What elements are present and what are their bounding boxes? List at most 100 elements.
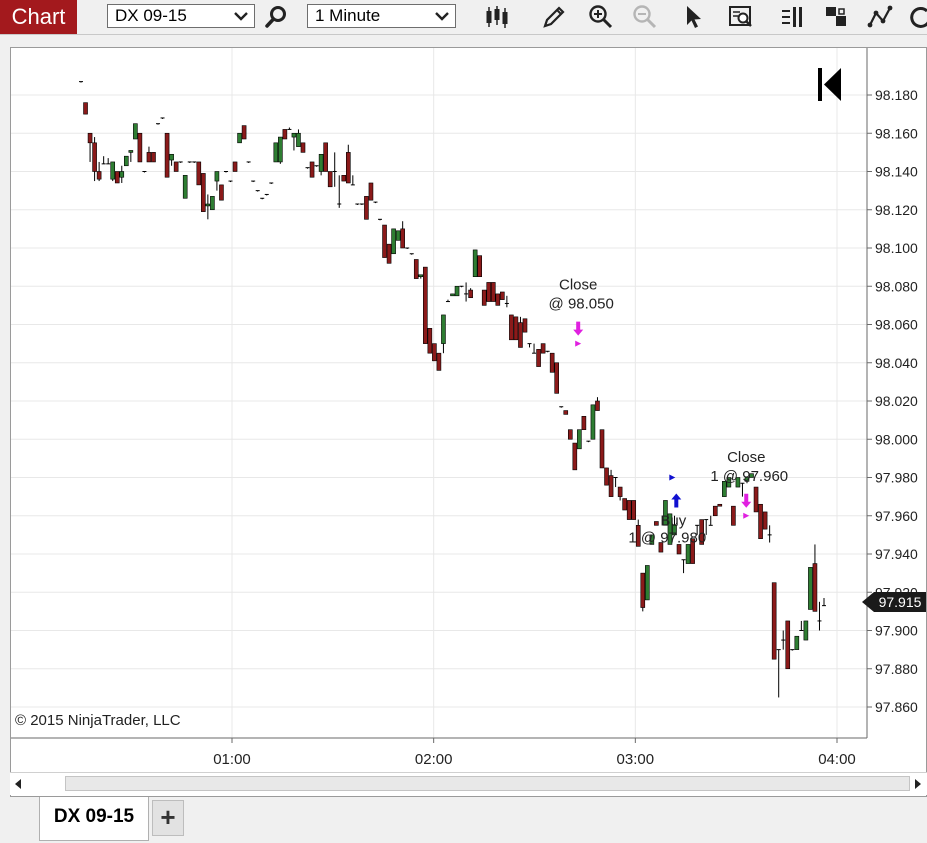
candle [255,190,260,192]
candle [712,505,718,517]
price-tick-label: 97.940 [875,546,918,562]
candle [622,498,627,511]
candle [545,350,550,353]
price-tick-label: 98.120 [875,202,918,218]
price-tick-label: 98.060 [875,317,918,333]
price-tick-label: 97.880 [875,661,918,677]
candle [386,243,392,264]
add-tab-button[interactable]: + [152,800,184,836]
candle [450,293,455,297]
candle [459,285,464,288]
candle [654,521,659,526]
price-tick-label: 98.180 [875,87,918,103]
candle [509,314,514,341]
candle [762,511,768,530]
candle [133,123,138,140]
horizontal-scrollbar[interactable] [10,772,927,795]
marker-label: 1 @ 97.980 [628,530,706,547]
price-tick-label: 98.100 [875,240,918,256]
candle [169,153,174,166]
candle [767,525,772,543]
candle [173,161,179,172]
candle-series [79,81,826,698]
candle [586,440,591,443]
candle [205,194,211,220]
candle [110,161,116,182]
candle [423,266,428,344]
candle [251,180,256,183]
interval-selector-value: 1 Minute [315,6,381,25]
candle [196,161,202,186]
scroll-left-icon[interactable] [13,776,23,797]
candle [164,132,170,178]
candle [273,142,279,163]
candle [717,503,723,507]
zoom-out-icon[interactable] [631,3,659,31]
chart-panel[interactable]: Close @ 98.050 Buy 1 @ 97.980 Close 1 @ 97.96… [10,47,927,797]
candle [626,500,632,520]
candle [500,291,505,300]
tab-dx-09-15[interactable]: DX 09-15 [39,797,149,841]
time-tick-label: 04:00 [818,751,856,768]
bar-type-icon[interactable] [483,3,511,31]
price-tick-label: 98.020 [875,393,918,409]
candle [595,397,600,411]
interval-selector[interactable]: 1 Minute [307,4,456,28]
candle [567,429,573,440]
candle [210,196,215,211]
search-icon[interactable] [262,3,290,31]
instrument-selector-value: DX 09-15 [115,6,187,25]
candle [192,161,197,163]
price-tick-label: 97.960 [875,508,918,524]
scrollbar-thumb[interactable] [65,776,910,791]
marker-label: Close [559,277,597,294]
zoom-in-icon[interactable] [587,3,615,31]
candle [391,228,396,255]
candle [495,293,501,306]
candle [527,343,532,348]
candle [418,274,424,279]
candle [477,255,482,277]
scroll-to-end-icon[interactable] [818,68,841,101]
time-axis: 01:00 02:00 03:00 04:00 [213,738,856,768]
pencil-icon[interactable] [540,3,568,31]
grid-icon[interactable] [823,3,851,31]
tab-bar: DX 09-15 + [0,797,927,843]
candle [237,132,242,144]
candle [640,572,646,612]
candle [631,500,637,520]
cursor-icon[interactable] [680,3,708,31]
candle [364,196,369,220]
price-tick-label: 98.000 [875,431,918,447]
layout-icon[interactable] [778,3,806,31]
candle [119,165,125,183]
refresh-icon[interactable] [907,3,927,31]
price-axis: 98.180 98.160 98.140 98.120 98.100 98.080 98.0… [867,87,918,715]
candle [314,165,319,167]
scroll-right-icon[interactable] [913,776,923,797]
price-chart[interactable]: Close @ 98.050 Buy1 @ 97.980 Close 1 @ 97.96… [11,48,926,772]
time-tick-label: 01:00 [213,751,251,768]
candle [318,153,324,176]
instrument-selector[interactable]: DX 09-15 [107,4,255,28]
candle [214,171,220,191]
marker-label: 1 @ 97.960 [710,468,788,485]
candle [246,161,251,163]
candle [300,142,306,153]
candle [685,544,691,564]
candle [114,171,120,184]
candle [540,343,546,354]
candle [327,171,333,188]
candle [409,253,414,255]
candle [554,362,560,394]
candle [513,316,519,341]
candle [504,295,509,308]
candle [137,132,143,163]
last-price-tag: 97.915 [862,592,926,612]
candle [708,515,713,526]
candle [572,442,578,471]
candle [160,117,165,119]
indicator-icon[interactable] [866,3,894,31]
candle [368,182,374,201]
data-box-icon[interactable] [727,3,755,31]
